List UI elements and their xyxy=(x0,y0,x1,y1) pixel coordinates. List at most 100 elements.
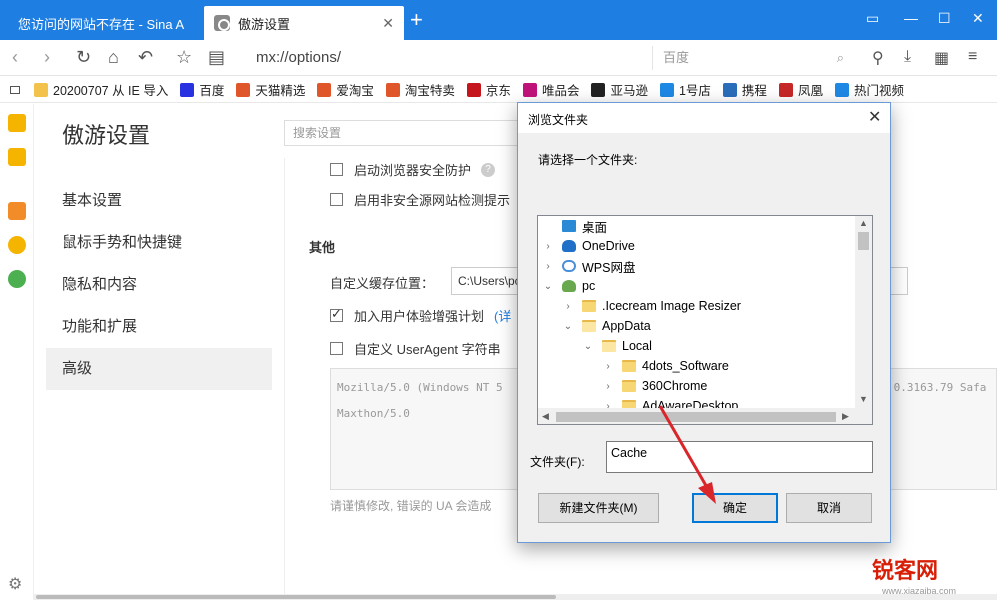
bookmark-item[interactable]: 天猫精选 xyxy=(236,80,305,99)
search-input[interactable]: 百度 ⌕ xyxy=(652,46,852,70)
bookmark-item[interactable]: 百度 xyxy=(180,80,224,99)
rss-icon[interactable] xyxy=(8,202,26,220)
scroll-down-icon[interactable]: ▼ xyxy=(859,394,868,404)
weibo-icon[interactable] xyxy=(8,236,26,254)
sidebar-toggle-icon[interactable]: ▭ xyxy=(866,10,879,27)
bookmark-label: 携程 xyxy=(741,84,767,98)
option-label: 加入用户体验增强计划 xyxy=(354,309,485,324)
tree-node[interactable]: › OneDrive xyxy=(542,236,634,256)
bookmark-item[interactable]: 携程 xyxy=(722,80,767,99)
home-icon[interactable]: ⌂ xyxy=(108,48,119,66)
chat-icon[interactable] xyxy=(8,270,26,288)
apps-grid-icon[interactable]: ▦ xyxy=(934,48,949,68)
bookmark-favicon-icon xyxy=(522,82,537,97)
bookmark-item[interactable]: 淘宝特卖 xyxy=(385,80,455,99)
expand-arrow-icon[interactable]: › xyxy=(542,241,554,252)
bookmark-label: 淘宝特卖 xyxy=(404,84,455,98)
undo-icon[interactable]: ↶ xyxy=(138,48,153,66)
option-unsafe-source[interactable]: 启用非安全源网站检测提示 xyxy=(330,190,510,209)
close-window-icon[interactable]: ✕ xyxy=(972,10,984,27)
expand-arrow-icon[interactable]: › xyxy=(602,381,614,392)
download-icon[interactable]: ⤓ xyxy=(904,48,911,66)
favorite-star-icon[interactable]: ☆ xyxy=(176,48,192,66)
bookmark-item[interactable]: 唯品会 xyxy=(522,80,579,99)
tree-node[interactable]: 桌面 xyxy=(542,216,607,236)
new-tab-button[interactable]: + xyxy=(410,9,423,31)
gear-icon[interactable]: ⚙ xyxy=(8,574,22,594)
favorites-icon[interactable] xyxy=(8,114,26,132)
folder-icon xyxy=(34,82,48,97)
bookmark-favicon-icon xyxy=(466,82,481,97)
tree-node[interactable]: ⌄ AppData xyxy=(562,316,651,336)
tree-node[interactable]: ⌄ pc xyxy=(542,276,595,296)
tree-node-label: Local xyxy=(622,339,652,353)
reader-icon[interactable]: ▤ xyxy=(208,48,225,66)
settings-search-input[interactable]: 搜索设置 xyxy=(284,120,524,146)
tree-node[interactable]: ⌄ Local xyxy=(582,336,652,356)
scroll-right-icon[interactable]: ▶ xyxy=(842,411,849,422)
notes-icon[interactable] xyxy=(8,148,26,166)
expand-arrow-icon[interactable]: › xyxy=(562,301,574,312)
page-scrollbar-thumb[interactable] xyxy=(36,595,556,599)
option-security[interactable]: 启动浏览器安全防护 ? xyxy=(330,160,496,179)
expand-arrow-icon[interactable]: ⌄ xyxy=(562,321,574,332)
menu-item-basic[interactable]: 基本设置 xyxy=(46,180,272,222)
side-rail xyxy=(0,104,34,600)
ua-text-line1-right: .0.3163.79 Safa xyxy=(887,381,987,394)
close-tab-icon[interactable]: ✕ xyxy=(382,15,394,32)
tree-node[interactable]: › WPS网盘 xyxy=(542,256,635,276)
checkbox-checked[interactable] xyxy=(330,306,343,322)
expand-arrow-icon[interactable]: › xyxy=(542,261,554,272)
tree-node-label: 360Chrome xyxy=(642,379,708,393)
minimize-icon[interactable]: — xyxy=(904,10,918,26)
scroll-left-icon[interactable]: ◀ xyxy=(542,411,549,422)
bookmark-item[interactable]: 爱淘宝 xyxy=(317,80,374,99)
tree-vertical-thumb[interactable] xyxy=(858,232,869,250)
expand-arrow-icon[interactable]: › xyxy=(602,361,614,372)
maximize-icon[interactable]: ☐ xyxy=(938,10,951,27)
bookmark-label: 天猫精选 xyxy=(255,84,306,98)
checkbox[interactable] xyxy=(330,342,343,355)
bookmark-item[interactable]: 京东 xyxy=(466,80,511,99)
bookmark-item[interactable]: 凤凰 xyxy=(778,80,823,99)
bookmark-item[interactable]: 20200707 从 IE 导入 xyxy=(34,80,168,99)
address-bar: ‹ › ↻ ⌂ ↶ ☆ ▤ mx://options/ 百度 ⌕ ⚲ ⤓ ▦ ≡ xyxy=(0,40,997,76)
bookmark-item[interactable]: 亚马逊 xyxy=(591,80,648,99)
checkbox[interactable] xyxy=(330,193,343,206)
tree-node[interactable]: › .Icecream Image Resizer xyxy=(562,296,741,316)
tree-node-label: 桌面 xyxy=(582,220,608,235)
help-icon[interactable]: ? xyxy=(481,162,496,177)
option-ux-plan[interactable]: 加入用户体验增强计划 (详 xyxy=(330,306,511,325)
menu-item-gestures[interactable]: 鼠标手势和快捷键 xyxy=(46,222,272,264)
gesture-icon[interactable]: ⚲ xyxy=(872,48,884,68)
menu-icon[interactable]: ≡ xyxy=(968,48,977,66)
search-icon[interactable]: ⌕ xyxy=(837,46,844,70)
back-icon[interactable]: ‹ xyxy=(12,48,18,66)
option-custom-ua[interactable]: 自定义 UserAgent 字符串 xyxy=(330,339,501,358)
sidebar-icon[interactable] xyxy=(10,85,20,94)
cancel-button[interactable]: 取消 xyxy=(786,493,872,523)
folder-tree[interactable]: 桌面 › OneDrive › WPS网盘 ⌄ pc › .Icecream Image Res… xyxy=(537,215,873,425)
folder-icon xyxy=(622,360,636,372)
expand-arrow-icon[interactable]: ⌄ xyxy=(582,341,594,352)
scroll-up-icon[interactable]: ▲ xyxy=(859,218,868,228)
close-icon[interactable]: ✕ xyxy=(868,107,881,127)
bookmark-item[interactable]: 热门视频 xyxy=(834,80,904,99)
expand-arrow-icon[interactable]: ⌄ xyxy=(542,281,554,292)
folder-icon xyxy=(602,340,616,352)
reload-icon[interactable]: ↻ xyxy=(76,48,91,66)
tree-node[interactable]: › 360Chrome xyxy=(602,376,707,396)
menu-item-privacy[interactable]: 隐私和内容 xyxy=(46,264,272,306)
bookmark-favicon-icon xyxy=(385,82,400,97)
forward-icon[interactable]: › xyxy=(44,48,50,66)
menu-item-extensions[interactable]: 功能和扩展 xyxy=(46,306,272,348)
menu-item-advanced[interactable]: 高级 xyxy=(46,348,272,390)
bookmark-item[interactable]: 1号店 xyxy=(659,80,711,99)
tree-node-label: AppData xyxy=(602,319,651,333)
tab-settings[interactable]: 傲游设置 ✕ xyxy=(204,6,404,40)
url-field[interactable]: mx://options/ xyxy=(256,49,341,66)
details-link[interactable]: (详 xyxy=(494,306,511,325)
tree-node[interactable]: › 4dots_Software xyxy=(602,356,729,376)
tab-sina[interactable]: 您访问的网站不存在 - Sina A xyxy=(8,6,204,40)
checkbox[interactable] xyxy=(330,163,343,176)
